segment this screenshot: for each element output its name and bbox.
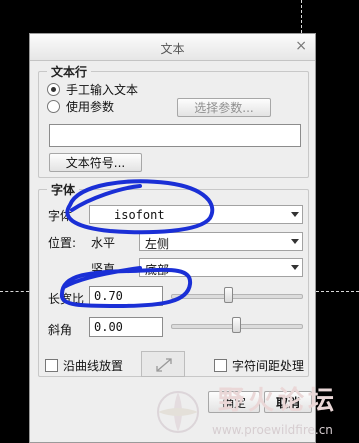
vertical-label: 竖直: [91, 262, 116, 276]
chevron-down-icon: [291, 239, 299, 244]
cancel-button[interactable]: 取消: [264, 391, 312, 413]
font-group: 字体 字体 isofont 位置: 水平 左侧 竖直 底部 长宽比 0.70 斜…: [38, 181, 309, 377]
along-curve-checkbox[interactable]: [45, 359, 58, 372]
along-curve-label[interactable]: 沿曲线放置: [63, 357, 123, 374]
manual-text-label[interactable]: 手工输入文本: [66, 81, 138, 98]
font-legend: 字体: [47, 181, 80, 198]
slant-angle-label: 斜角: [48, 323, 73, 337]
char-spacing-label[interactable]: 字符间距处理: [232, 357, 304, 374]
slant-angle-slider-thumb[interactable]: [231, 317, 241, 333]
aspect-ratio-slider-thumb[interactable]: [224, 287, 234, 303]
guide-line-right: [316, 291, 359, 292]
aspect-ratio-slider-track[interactable]: [171, 294, 303, 299]
char-spacing-checkbox[interactable]: [214, 359, 227, 372]
text-row-group: 文本行 手工输入文本 使用参数 选择参数... 文本符号...: [38, 63, 309, 178]
chevron-down-icon: [291, 265, 299, 270]
select-parameter-button[interactable]: 选择参数...: [177, 98, 271, 117]
guide-line-left: [0, 291, 29, 292]
position-label: 位置:: [48, 236, 77, 250]
font-select[interactable]: isofont: [89, 205, 303, 224]
vertical-select[interactable]: 底部: [139, 258, 303, 277]
aspect-ratio-label: 长宽比: [48, 292, 85, 306]
horizontal-select[interactable]: 左侧: [139, 232, 303, 251]
flip-direction-icon: [156, 358, 172, 372]
chevron-down-icon: [291, 212, 299, 217]
use-parameter-radio[interactable]: [47, 100, 60, 113]
dialog-title: 文本: [160, 42, 185, 56]
text-symbol-button[interactable]: 文本符号...: [49, 153, 142, 172]
slant-angle-input[interactable]: 0.00: [89, 317, 163, 337]
close-icon[interactable]: ×: [295, 38, 307, 54]
text-dialog: 文本 × 文本行 手工输入文本 使用参数 选择参数... 文本符号... 字体 …: [29, 33, 316, 443]
flip-direction-button[interactable]: [141, 351, 185, 377]
use-parameter-label[interactable]: 使用参数: [66, 98, 114, 115]
horizontal-label: 水平: [91, 236, 116, 250]
vertical-value: 底部: [145, 263, 170, 277]
dialog-titlebar[interactable]: 文本 ×: [30, 34, 315, 61]
ok-button[interactable]: 确定: [208, 391, 260, 413]
text-input[interactable]: [49, 124, 301, 147]
radio-selected-dot: [51, 87, 56, 92]
aspect-ratio-input[interactable]: 0.70: [89, 286, 163, 306]
horizontal-value: 左侧: [145, 237, 170, 251]
font-label: 字体: [48, 209, 73, 223]
text-row-legend: 文本行: [47, 63, 92, 80]
font-value: isofont: [114, 208, 165, 222]
manual-text-radio[interactable]: [47, 83, 60, 96]
